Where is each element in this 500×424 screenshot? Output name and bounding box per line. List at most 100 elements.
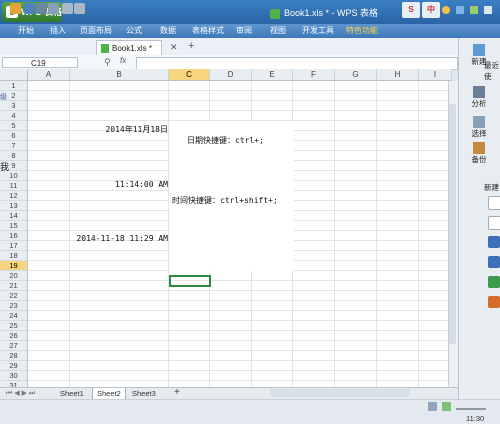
print-icon[interactable] bbox=[36, 3, 47, 14]
row-header-15[interactable]: 15 bbox=[0, 221, 28, 231]
settings-icon[interactable] bbox=[470, 6, 478, 14]
row-header-22[interactable]: 22 bbox=[0, 291, 28, 301]
sheet-tab-3[interactable]: Sheet3 bbox=[128, 388, 160, 399]
name-box[interactable]: C19 bbox=[2, 57, 78, 68]
row-header-21[interactable]: 21 bbox=[0, 281, 28, 291]
row-header-26[interactable]: 26 bbox=[0, 331, 28, 341]
vertical-scroll-thumb[interactable] bbox=[449, 104, 456, 344]
horizontal-scrollbar[interactable] bbox=[270, 389, 410, 397]
column-header-f[interactable]: F bbox=[293, 69, 335, 81]
sheet-nav-icons[interactable]: ⏮ ◀ ▶ ⏭ bbox=[6, 389, 35, 398]
row-header-13[interactable]: 13 bbox=[0, 201, 28, 211]
word-template-icon[interactable] bbox=[488, 236, 500, 248]
task-backup-label: 备份 bbox=[471, 155, 487, 164]
row-header-12[interactable]: 12 bbox=[0, 191, 28, 201]
menu-insert[interactable]: 插入 bbox=[50, 25, 66, 37]
menu-special-features[interactable]: 特色功能 bbox=[346, 25, 378, 37]
row-header-28[interactable]: 28 bbox=[0, 351, 28, 361]
column-header-i[interactable]: I bbox=[419, 69, 452, 81]
sheet-tab-1[interactable]: Sheet1 bbox=[56, 388, 88, 399]
column-header-d[interactable]: D bbox=[210, 69, 252, 81]
save-icon[interactable] bbox=[24, 3, 35, 14]
grid-icon[interactable] bbox=[484, 6, 492, 14]
cell-b5[interactable]: 2014年11月18日 bbox=[70, 124, 168, 135]
row-header-5[interactable]: 5 bbox=[0, 121, 28, 131]
ppt-template-icon[interactable] bbox=[488, 296, 500, 308]
select-all-corner[interactable] bbox=[0, 69, 28, 81]
fx-icon[interactable]: fx bbox=[120, 56, 126, 65]
row-header-14[interactable]: 14 bbox=[0, 211, 28, 221]
row-header-29[interactable]: 29 bbox=[0, 361, 28, 371]
menu-developer[interactable]: 开发工具 bbox=[302, 25, 334, 37]
keyboard-icon[interactable] bbox=[456, 6, 464, 14]
undo-icon[interactable] bbox=[62, 3, 73, 14]
task-pane-tab-select[interactable]: 选择 bbox=[458, 116, 500, 139]
column-header-c[interactable]: C bbox=[169, 69, 210, 81]
new-section-label: 新建 bbox=[484, 183, 499, 192]
row-header-11[interactable]: 11 bbox=[0, 181, 28, 191]
preview-icon[interactable] bbox=[48, 3, 59, 14]
grid-line bbox=[418, 81, 419, 387]
spreadsheet-icon bbox=[270, 8, 280, 19]
page-layout-icon[interactable] bbox=[442, 402, 451, 411]
close-tab-icon[interactable]: ✕ bbox=[170, 42, 178, 53]
column-header-a[interactable]: A bbox=[28, 69, 70, 81]
document-tab[interactable]: Book1.xls * bbox=[96, 40, 162, 55]
cell-b10[interactable]: 11:14:00 AM bbox=[70, 180, 168, 189]
doc-template-icon[interactable] bbox=[488, 256, 500, 268]
row-header-20[interactable]: 20 bbox=[0, 271, 28, 281]
cell-b15[interactable]: 2014-11-18 11:29 AM bbox=[70, 234, 168, 243]
row-header-18[interactable]: 18 bbox=[0, 251, 28, 261]
ime-button[interactable]: 中 bbox=[422, 2, 440, 18]
menu-table-style[interactable]: 表格样式 bbox=[192, 25, 224, 37]
normal-view-icon[interactable] bbox=[428, 402, 437, 411]
document-tab-label: Book1.xls * bbox=[112, 44, 153, 53]
cell-c6[interactable]: 日期快捷键：ctrl+; bbox=[187, 135, 264, 146]
spreadsheet-grid[interactable]: A B C D E F G H I 1 2 3 4 5 6 7 8 9 10 11 12 13 14 15 16 17 18 19 20… bbox=[0, 69, 452, 387]
menu-view[interactable]: 视图 bbox=[270, 25, 286, 37]
row-header-16[interactable]: 16 bbox=[0, 231, 28, 241]
add-sheet-button[interactable]: + bbox=[174, 387, 180, 398]
redo-icon[interactable] bbox=[74, 3, 85, 14]
grid-line bbox=[28, 330, 452, 331]
row-header-24[interactable]: 24 bbox=[0, 311, 28, 321]
row-header-17[interactable]: 17 bbox=[0, 241, 28, 251]
open-folder-icon[interactable] bbox=[10, 3, 21, 14]
row-header-6[interactable]: 6 bbox=[0, 131, 28, 141]
row-header-25[interactable]: 25 bbox=[0, 321, 28, 331]
sheet-template-icon[interactable] bbox=[488, 276, 500, 288]
grid-line bbox=[28, 340, 452, 341]
menu-page-layout[interactable]: 页面布局 bbox=[80, 25, 112, 37]
row-header-3[interactable]: 3 bbox=[0, 101, 28, 111]
quick-access-toolbar bbox=[0, 38, 458, 56]
menu-formulas[interactable]: 公式 bbox=[126, 25, 142, 37]
task-pane-tab-analyze[interactable]: 分析 bbox=[458, 86, 500, 109]
row-header-27[interactable]: 27 bbox=[0, 341, 28, 351]
menu-home[interactable]: 开始 bbox=[18, 25, 34, 37]
row-header-23[interactable]: 23 bbox=[0, 301, 28, 311]
grid-line bbox=[334, 81, 335, 387]
weather-icon[interactable] bbox=[442, 6, 450, 14]
row-header-4[interactable]: 4 bbox=[0, 111, 28, 121]
sogou-button[interactable]: S bbox=[402, 2, 420, 18]
search-icon[interactable]: ⚲ bbox=[104, 57, 111, 68]
spreadsheet-icon bbox=[101, 44, 109, 53]
task-pane-tab-backup[interactable]: 备份 bbox=[458, 142, 500, 165]
row-header-7[interactable]: 7 bbox=[0, 141, 28, 151]
grid-line bbox=[28, 350, 452, 351]
menu-review[interactable]: 审阅 bbox=[236, 25, 252, 37]
row-header-19[interactable]: 19 bbox=[0, 261, 28, 271]
row-header-30[interactable]: 30 bbox=[0, 371, 28, 381]
row-header-1[interactable]: 1 bbox=[0, 81, 28, 91]
blank-template-icon[interactable] bbox=[488, 196, 500, 210]
zoom-slider[interactable] bbox=[456, 408, 486, 410]
cell-c11[interactable]: 时间快捷键：ctrl+shift+; bbox=[172, 195, 278, 206]
template-icon[interactable] bbox=[488, 216, 500, 230]
column-header-b[interactable]: B bbox=[70, 69, 169, 81]
column-header-g[interactable]: G bbox=[335, 69, 377, 81]
new-tab-icon[interactable]: + bbox=[188, 40, 194, 52]
menu-data[interactable]: 数据 bbox=[160, 25, 176, 37]
selected-cell-c19[interactable] bbox=[169, 275, 211, 287]
column-header-e[interactable]: E bbox=[252, 69, 293, 81]
column-header-h[interactable]: H bbox=[377, 69, 419, 81]
